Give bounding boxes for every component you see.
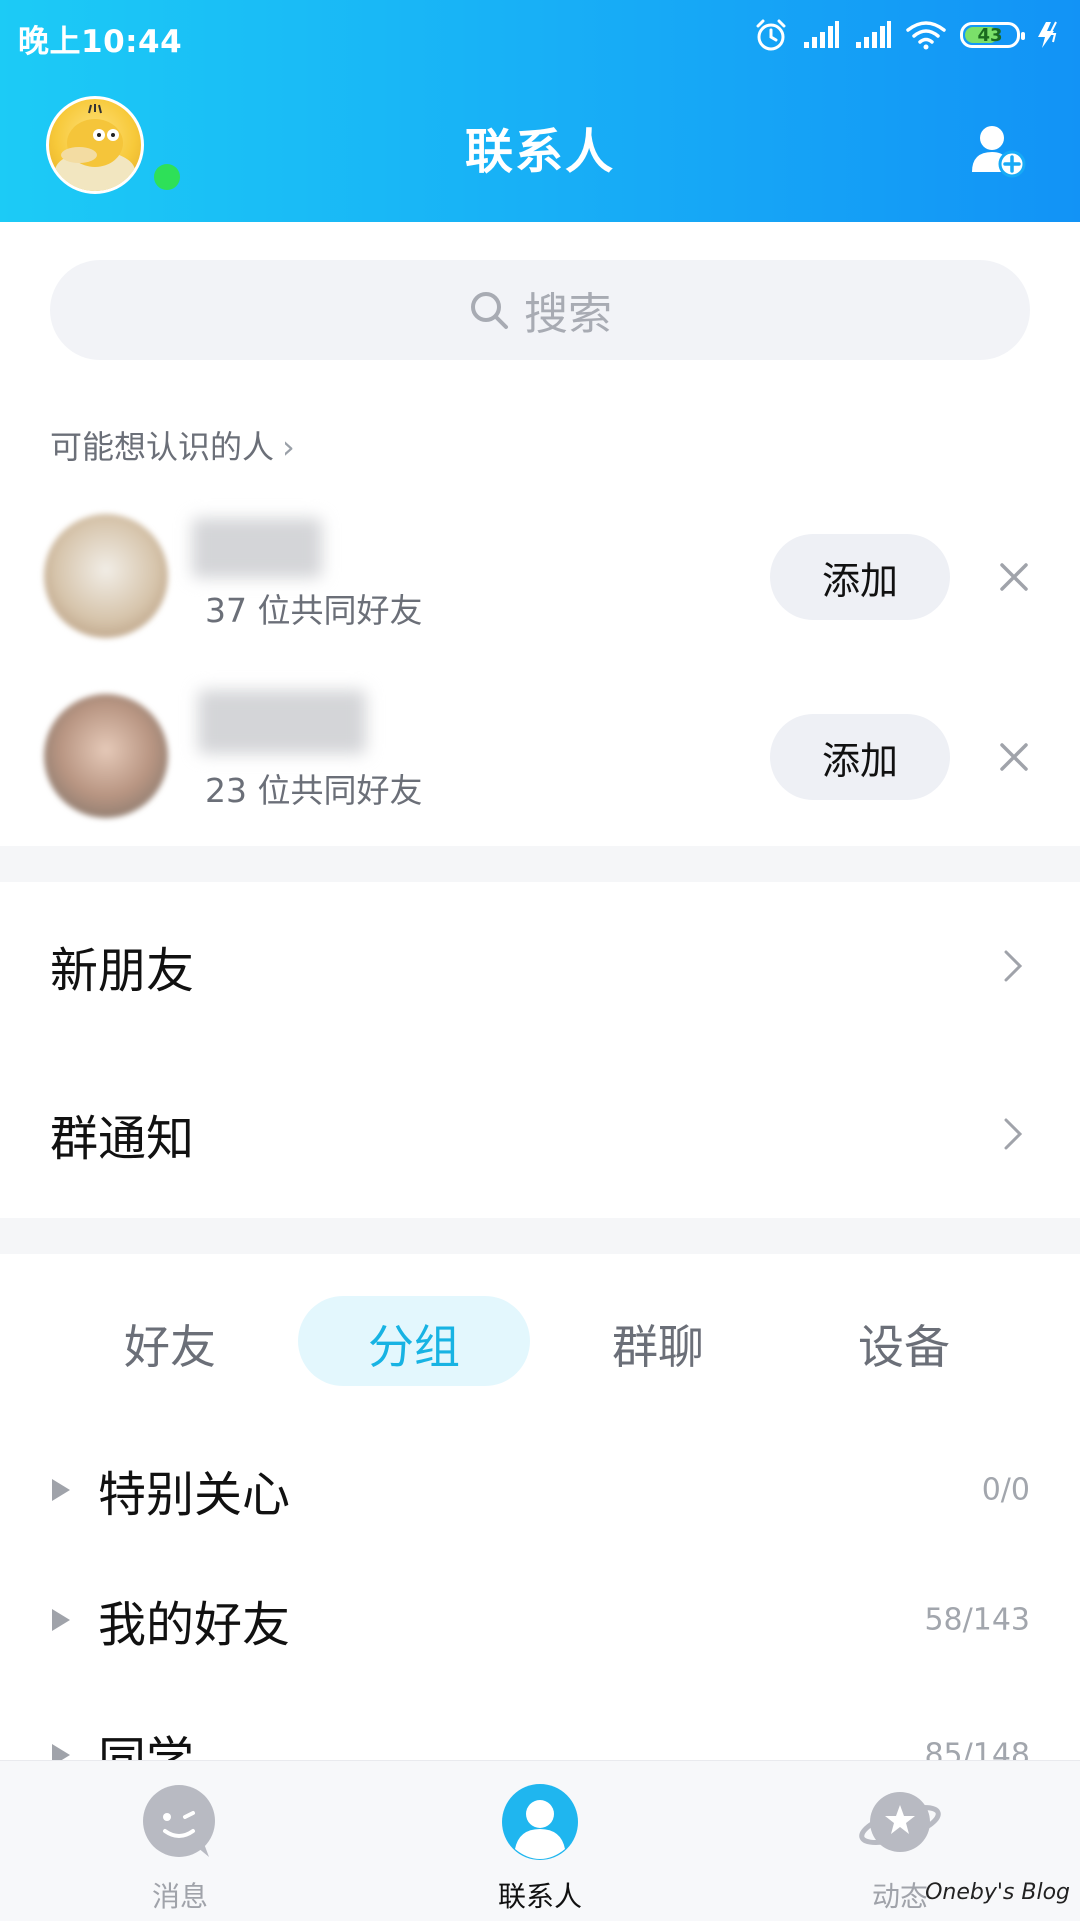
tab-devices[interactable]: 设备 — [804, 1290, 1004, 1398]
charging-icon — [1038, 21, 1057, 48]
add-friend-button[interactable]: 添加 — [770, 714, 950, 800]
alarm-icon — [756, 19, 786, 51]
battery-icon: 43 — [960, 22, 1025, 48]
moments-planet-icon — [859, 1792, 941, 1852]
contacts-icon — [502, 1784, 578, 1860]
suggestion-item[interactable]: 23 位共同好友 添加 — [0, 680, 1080, 830]
group-name: 我的好友 — [98, 1597, 291, 1653]
add-contact-icon[interactable] — [968, 120, 1028, 180]
tab-friends[interactable]: 好友 — [70, 1290, 270, 1398]
bottom-navigation: 消息 联系人 动态 — [0, 1760, 1080, 1921]
nav-messages[interactable]: 消息 — [80, 1761, 280, 1921]
chevron-right-icon — [1004, 950, 1023, 982]
contact-tabs: 好友 分组 群聊 设备 — [0, 1290, 1080, 1398]
chevron-right-icon — [1004, 1118, 1023, 1150]
status-icons: 43 — [754, 18, 1062, 52]
suggestion-avatar[interactable] — [44, 694, 168, 818]
suggestion-avatar[interactable] — [44, 514, 168, 638]
mutual-friends-count: 37 位共同好友 — [205, 591, 423, 630]
group-notice-label: 群通知 — [50, 1111, 195, 1167]
group-row[interactable]: 特别关心 0/0 — [0, 1425, 1080, 1555]
tab-groups[interactable]: 分组 — [314, 1290, 514, 1398]
suggestions-label: 可能想认识的人 — [50, 428, 275, 466]
expand-triangle-icon — [52, 1479, 70, 1501]
group-notice-row[interactable]: 群通知 — [0, 1050, 1080, 1218]
add-friend-button[interactable]: 添加 — [770, 534, 950, 620]
watermark: Oneby's Blog — [925, 1880, 1070, 1905]
group-row[interactable]: 我的好友 58/143 — [0, 1555, 1080, 1685]
signal-icon-2 — [856, 21, 891, 48]
suggestion-item[interactable]: 37 位共同好友 添加 — [0, 500, 1080, 650]
expand-triangle-icon — [52, 1609, 70, 1631]
nav-contacts[interactable]: 联系人 — [440, 1761, 640, 1921]
close-icon[interactable] — [992, 735, 1036, 779]
group-count: 0/0 — [981, 1472, 1030, 1508]
blurred-name — [198, 690, 366, 754]
mutual-friends-count: 23 位共同好友 — [205, 771, 423, 810]
signal-icon — [804, 21, 839, 48]
group-count: 58/143 — [924, 1602, 1030, 1638]
close-icon[interactable] — [992, 555, 1036, 599]
search-placeholder: 搜索 — [524, 289, 612, 340]
new-friends-label: 新朋友 — [50, 943, 195, 999]
search-input[interactable]: 搜索 — [50, 260, 1030, 360]
page-title: 联系人 — [464, 124, 615, 180]
wifi-icon — [906, 21, 946, 50]
group-name: 特别关心 — [98, 1467, 291, 1523]
new-friends-row[interactable]: 新朋友 — [0, 882, 1080, 1050]
header-bar: 晚上10:44 43 联系人 — [0, 0, 1080, 222]
section-divider — [0, 846, 1080, 882]
nav-messages-label: 消息 — [151, 1880, 208, 1913]
tab-group-chats[interactable]: 群聊 — [558, 1290, 758, 1398]
blurred-name — [192, 518, 322, 578]
messages-icon — [143, 1785, 215, 1857]
battery-level: 43 — [977, 24, 1003, 46]
nav-contacts-label: 联系人 — [497, 1880, 582, 1913]
chevron-right-icon: › — [282, 428, 295, 466]
status-time: 晚上10:44 — [18, 24, 183, 60]
suggestions-header[interactable]: 可能想认识的人 › — [50, 422, 295, 468]
section-divider — [0, 1218, 1080, 1254]
status-bar: 晚上10:44 43 — [0, 0, 1080, 70]
search-icon — [471, 292, 508, 329]
